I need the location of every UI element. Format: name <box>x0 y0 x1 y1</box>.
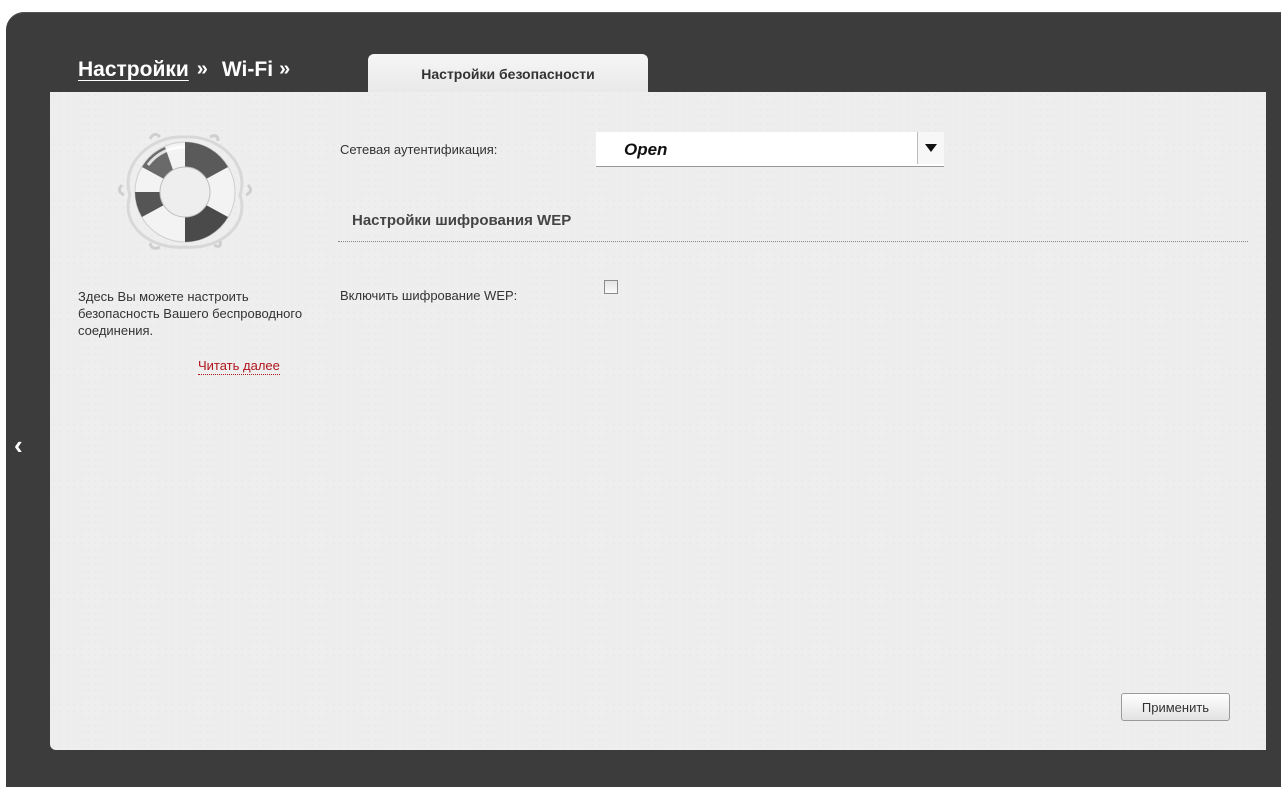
lifebuoy-icon <box>117 132 253 250</box>
auth-select[interactable]: Open <box>596 132 944 166</box>
apply-button[interactable]: Применить <box>1121 693 1230 721</box>
back-arrow-icon[interactable]: ‹ <box>14 432 36 458</box>
breadcrumb-wifi[interactable]: Wi-Fi <box>222 58 273 82</box>
wep-enable-checkbox[interactable] <box>604 280 618 294</box>
breadcrumb-separator: » <box>196 58 208 80</box>
wep-section-title: Настройки шифрования WEP <box>352 212 572 229</box>
breadcrumb-separator: » <box>279 58 291 80</box>
breadcrumb: Настройки » Wi-Fi » <box>78 58 290 94</box>
wep-enable-label: Включить шифрование WEP: <box>340 288 518 303</box>
auth-select-value: Open <box>624 140 668 159</box>
section-divider <box>338 241 1248 242</box>
read-more-link[interactable]: Читать далее <box>198 358 280 375</box>
breadcrumb-settings[interactable]: Настройки <box>78 58 189 82</box>
auth-label: Сетевая аутентификация: <box>340 142 498 157</box>
tab-security-settings[interactable]: Настройки безопасности <box>368 54 648 94</box>
chevron-down-icon[interactable] <box>917 132 944 164</box>
help-text: Здесь Вы можете настроить безопасность В… <box>78 289 303 338</box>
